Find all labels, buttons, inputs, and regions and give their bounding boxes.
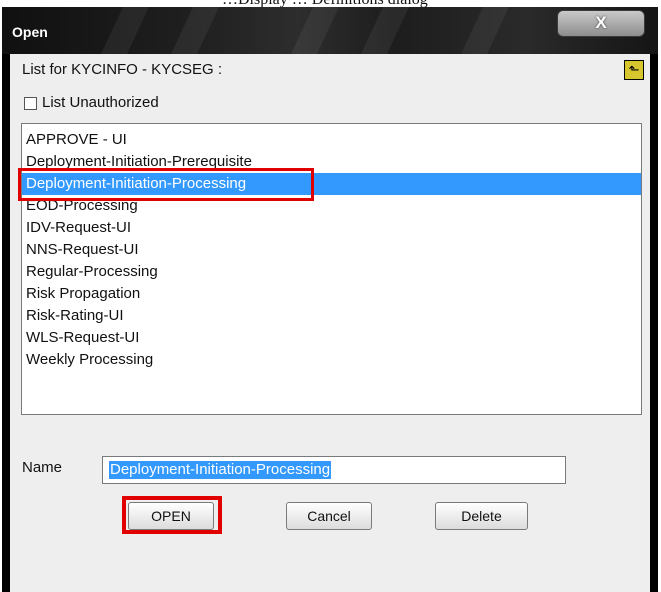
name-input-value: Deployment-Initiation-Processing	[109, 461, 332, 479]
definition-list[interactable]: APPROVE - UI Deployment-Initiation-Prere…	[21, 123, 642, 415]
dialog-title: Open	[12, 24, 48, 40]
list-unauthorized-checkbox[interactable]	[24, 97, 37, 110]
list-item-label: Weekly Processing	[26, 351, 154, 368]
folder-up-icon[interactable]: ⬑	[624, 60, 644, 80]
list-item[interactable]: NNS-Request-UI	[22, 239, 641, 261]
list-item-label: WLS-Request-UI	[26, 329, 140, 346]
list-item-label: Regular-Processing	[26, 263, 158, 280]
open-button-highlight-box	[122, 496, 222, 534]
open-dialog: Open X List for KYCINFO - KYCSEG : ⬑ Lis…	[2, 7, 658, 592]
list-item[interactable]: Weekly Processing	[22, 349, 641, 371]
list-item[interactable]: Risk-Rating-UI	[22, 305, 641, 327]
list-item-label: NNS-Request-UI	[26, 241, 139, 258]
list-item-label: APPROVE - UI	[26, 131, 127, 148]
list-item-label: Risk Propagation	[26, 285, 141, 302]
close-button[interactable]: X	[557, 10, 645, 37]
list-caption: List for KYCINFO - KYCSEG :	[22, 61, 223, 78]
list-unauthorized-label: List Unauthorized	[42, 94, 159, 111]
list-item[interactable]: WLS-Request-UI	[22, 327, 641, 349]
list-item-label: Risk-Rating-UI	[26, 307, 124, 324]
close-icon: X	[595, 13, 607, 32]
title-bar[interactable]: Open X	[2, 7, 658, 54]
list-item[interactable]: Regular-Processing	[22, 261, 641, 283]
list-item-label: IDV-Request-UI	[26, 219, 132, 236]
dialog-body: List for KYCINFO - KYCSEG : ⬑ List Unaut…	[10, 54, 650, 592]
cancel-button[interactable]: Cancel	[286, 502, 372, 530]
selected-item-highlight-box	[18, 168, 314, 201]
name-label: Name	[22, 459, 63, 476]
name-input[interactable]: Deployment-Initiation-Processing	[102, 456, 566, 484]
delete-button[interactable]: Delete	[435, 502, 528, 530]
list-item[interactable]: APPROVE - UI	[22, 129, 641, 151]
list-item[interactable]: IDV-Request-UI	[22, 217, 641, 239]
list-item[interactable]: Risk Propagation	[22, 283, 641, 305]
